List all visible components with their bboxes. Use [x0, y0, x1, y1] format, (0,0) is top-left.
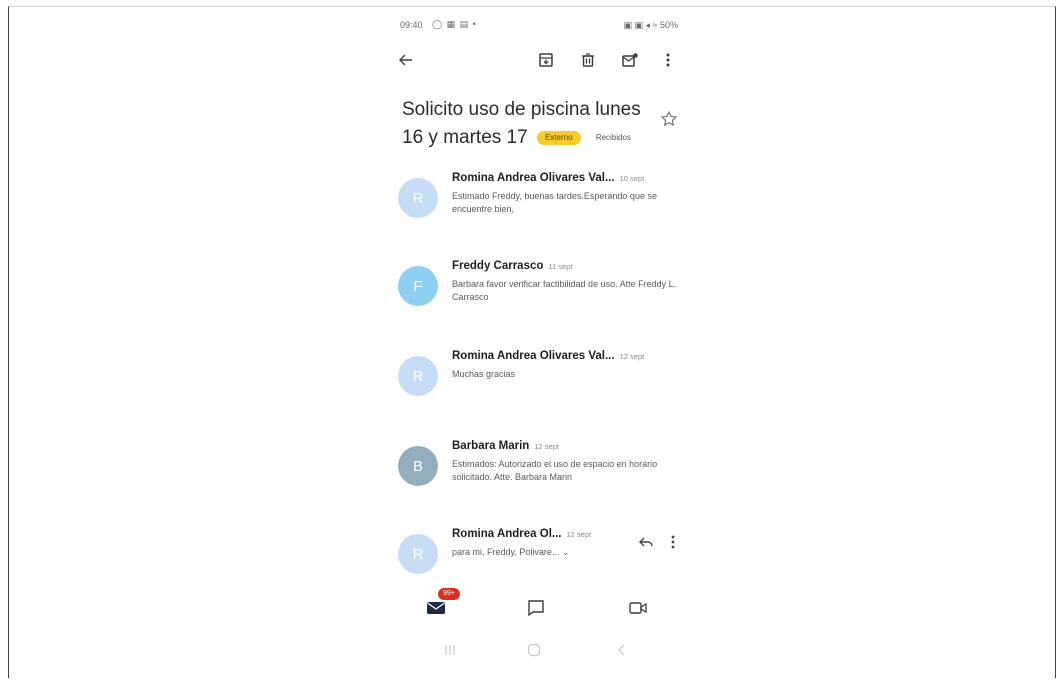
message-item[interactable]: R Romina Andrea Olivares Val... 10 sept E…: [398, 168, 680, 232]
mail-badge: 99+: [438, 588, 460, 600]
message-date: 12 sept: [566, 530, 592, 539]
email-subject: Solicito uso de piscina lunes 16 y marte…: [402, 96, 652, 152]
message-item[interactable]: F Freddy Carrasco 11 sept Barbara favor v…: [398, 256, 680, 320]
status-bar: 09:40 ◯ ▦ ▤ • ▣ ▣ ◂ ≈ 50%: [386, 8, 692, 38]
back-arrow-icon[interactable]: [394, 48, 418, 72]
message-more-icon[interactable]: [670, 534, 682, 552]
email-toolbar: [386, 48, 692, 78]
message-date: 12 sept: [619, 352, 645, 361]
message-sender: Romina Andrea Olivares Val... 12 sept: [452, 350, 644, 362]
system-navigation-bar: [386, 640, 692, 660]
sender-name: Freddy Carrasco: [452, 260, 544, 272]
message-date: 12 sept: [534, 442, 559, 451]
avatar: R: [398, 356, 438, 396]
video-icon[interactable]: [626, 596, 650, 620]
reply-icon[interactable]: [638, 534, 656, 552]
mark-unread-icon[interactable]: [618, 48, 642, 72]
sender-name: Romina Andrea Olivares Val...: [452, 350, 615, 362]
status-app-icons: ◯ ▦ ▤ •: [432, 19, 477, 29]
star-outline-icon[interactable]: [660, 110, 680, 130]
label-recibidos[interactable]: Recibidos: [596, 124, 631, 152]
phone-screen: 09:40 ◯ ▦ ▤ • ▣ ▣ ◂ ≈ 50% Solicito uso d…: [386, 8, 692, 678]
message-date: 10 sept: [619, 174, 645, 183]
avatar: F: [398, 266, 438, 306]
trash-icon[interactable]: [576, 48, 600, 72]
sender-name: Barbara Marin: [452, 440, 530, 452]
message-date: 11 sept: [548, 262, 573, 271]
message-sender: Romina Andrea Ol... 12 sept: [452, 528, 591, 540]
avatar: R: [398, 178, 438, 218]
status-time: 09:40: [400, 20, 423, 30]
message-snippet: Estimados: Autorizado el uso de espacio …: [452, 459, 658, 482]
avatar: B: [398, 446, 438, 486]
avatar: R: [398, 534, 438, 574]
chat-icon[interactable]: [524, 596, 548, 620]
message-item-expanded[interactable]: R Romina Andrea Ol... 12 sept para mi, Fr…: [398, 524, 680, 588]
system-back-icon[interactable]: [612, 640, 632, 660]
recent-apps-icon[interactable]: [440, 640, 460, 660]
message-snippet: Estimado Freddy, buenas tardes.Esperando…: [452, 191, 657, 214]
archive-icon[interactable]: [534, 48, 558, 72]
sender-name: Romina Andrea Olivares Val...: [452, 172, 615, 184]
message-item[interactable]: R Romina Andrea Olivares Val... 12 sept M…: [398, 346, 680, 410]
label-externo[interactable]: Externo: [536, 131, 581, 145]
message-snippet: Barbara favor verificar factibilidad de …: [452, 279, 677, 302]
status-indicators: ▣ ▣ ◂ ≈ 50%: [623, 20, 678, 30]
more-vertical-icon[interactable]: [656, 48, 680, 72]
message-sender: Barbara Marin 12 sept: [452, 440, 559, 452]
message-sender: Romina Andrea Olivares Val... 10 sept: [452, 172, 644, 184]
home-icon[interactable]: [524, 640, 544, 660]
message-item[interactable]: B Barbara Marin 12 sept Estimados: Autori…: [398, 436, 680, 500]
sender-name: Romina Andrea Ol...: [452, 528, 562, 540]
bottom-navigation: 99+: [386, 588, 692, 626]
message-snippet: Muchas gracias: [452, 369, 516, 379]
message-sender: Freddy Carrasco 11 sept: [452, 260, 572, 272]
